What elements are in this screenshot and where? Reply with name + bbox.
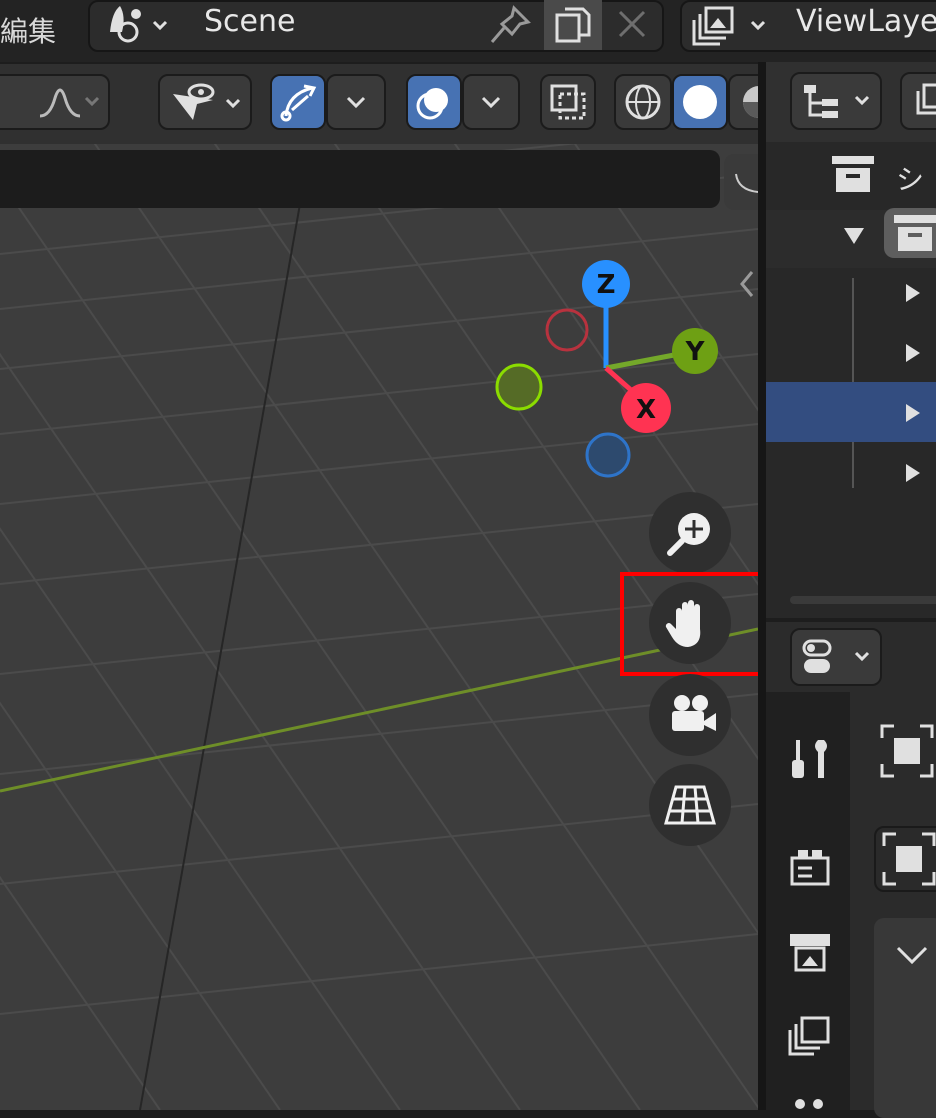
chevron-down-icon — [346, 96, 366, 109]
expand-triangle-icon[interactable] — [906, 284, 920, 302]
zoom-view-button[interactable] — [649, 492, 731, 574]
gizmo-toggle-button[interactable] — [270, 74, 326, 130]
gizmo-x-label: X — [636, 395, 656, 425]
render-layers-icon — [916, 83, 936, 115]
output-icon[interactable] — [788, 930, 832, 974]
overlays-dropdown[interactable] — [462, 74, 520, 130]
tool-header-bar — [0, 150, 720, 208]
duplicate-icon — [555, 7, 591, 43]
expand-triangle-icon[interactable] — [906, 404, 920, 422]
filter-button[interactable] — [900, 72, 936, 130]
pin-icon[interactable] — [486, 4, 532, 46]
scene-icon[interactable] — [788, 1092, 832, 1110]
view-layer-icon[interactable] — [788, 1014, 832, 1058]
gizmo-y-label: Y — [685, 337, 706, 367]
chevron-down-icon[interactable] — [892, 936, 932, 976]
gizmo-dropdown[interactable] — [326, 74, 386, 130]
area-divider[interactable] — [758, 62, 766, 1110]
outliner-row-selected[interactable] — [766, 382, 936, 442]
expand-triangle-icon[interactable] — [906, 464, 920, 482]
collection-box-icon — [832, 156, 874, 192]
shading-solid-button[interactable] — [672, 74, 728, 130]
outliner-row[interactable] — [766, 262, 936, 322]
scene-data-icon — [110, 6, 168, 43]
close-icon[interactable] — [614, 6, 650, 42]
curve-icon — [735, 173, 759, 193]
scene-name-field[interactable]: Scene — [186, 2, 476, 48]
expand-triangle-icon[interactable] — [906, 344, 920, 362]
scene-browse-button[interactable] — [98, 2, 182, 48]
properties-toggle-icon — [802, 639, 870, 673]
proportional-falloff-button[interactable] — [0, 74, 110, 130]
gizmo-neg-z-handle[interactable] — [585, 432, 631, 478]
overlays-icon — [416, 88, 448, 120]
scene-name: Scene — [204, 4, 296, 39]
tool-settings-toggle[interactable] — [724, 154, 759, 210]
outliner-panel: シ — [766, 62, 936, 618]
xray-toggle-button[interactable] — [540, 74, 596, 130]
render-layers-icon — [692, 6, 766, 46]
viewport-header — [0, 64, 768, 144]
tool-settings-icon[interactable] — [788, 736, 832, 784]
frame-selected-button[interactable] — [874, 826, 936, 892]
view-layer-name[interactable]: ViewLayer — [796, 4, 936, 39]
eye-pointer-icon — [173, 83, 241, 120]
zoom-icon — [667, 513, 710, 556]
outliner-tree-icon — [804, 85, 870, 118]
editor-type-button[interactable] — [790, 628, 882, 686]
chevron-down-icon — [481, 96, 501, 109]
outliner-row[interactable] — [766, 322, 936, 382]
render-icon[interactable] — [788, 846, 832, 890]
gizmo-neg-y-handle[interactable] — [495, 363, 543, 411]
collection-icon-button[interactable] — [884, 208, 936, 258]
camera-view-button[interactable] — [649, 674, 731, 756]
properties-tabs — [766, 692, 850, 1110]
collection-box-icon — [894, 215, 936, 251]
gizmo-neg-x-handle[interactable] — [545, 308, 589, 352]
object-visibility-button[interactable] — [158, 74, 252, 130]
menu-edit[interactable]: 編集 — [0, 10, 56, 50]
navigation-gizmo[interactable]: Z Y X — [480, 250, 740, 490]
overlays-toggle-button[interactable] — [406, 74, 462, 130]
gizmo-z-label: Z — [597, 270, 616, 300]
display-mode-button[interactable] — [790, 72, 882, 130]
new-scene-button[interactable] — [544, 0, 602, 50]
highlight-box — [620, 572, 764, 676]
shading-wireframe-button[interactable] — [614, 74, 672, 130]
properties-subpanel — [874, 918, 936, 1118]
top-header-bar: 編集 Scene ViewLayer — [0, 0, 936, 62]
grid-icon — [664, 785, 716, 825]
ortho-toggle-button[interactable] — [649, 764, 731, 846]
camera-icon — [672, 695, 716, 731]
falloff-curve-icon — [39, 88, 100, 118]
wireframe-sphere-icon — [625, 84, 661, 120]
frame-icon[interactable] — [878, 722, 936, 780]
frame-icon — [882, 832, 936, 886]
outliner-scrollbar[interactable] — [790, 596, 936, 604]
outliner-row[interactable] — [766, 442, 936, 502]
gizmo-icon — [280, 84, 317, 122]
xray-icon — [550, 84, 586, 120]
solid-sphere-icon — [683, 85, 717, 119]
view-layer-browse-button[interactable] — [690, 2, 776, 48]
scene-collection-label[interactable]: シ — [896, 158, 924, 198]
disclosure-triangle-icon[interactable] — [842, 224, 866, 248]
